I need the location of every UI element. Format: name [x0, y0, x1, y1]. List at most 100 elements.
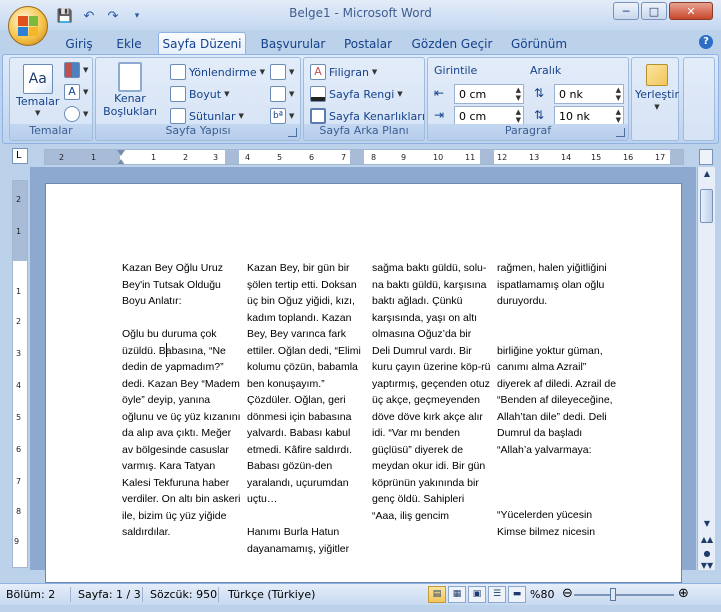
status-bar: Bölüm: 2 Sayfa: 1 / 3 Sözcük: 950 Türkçe… — [0, 583, 721, 605]
ruler-mark: 8 — [371, 153, 377, 162]
zoom-out-icon[interactable]: ⊖ — [562, 586, 573, 601]
page-setup-launcher-icon[interactable] — [288, 128, 297, 137]
ruler-mark: 2 — [59, 153, 65, 162]
line-numbers-button[interactable]: ▼ — [270, 86, 294, 102]
ribbon-scroll-arrow-icon[interactable] — [683, 57, 715, 141]
zoom-slider-thumb[interactable] — [610, 588, 616, 601]
tab-postalar[interactable]: Postalar — [338, 33, 398, 54]
ruler-mark: 7 — [341, 153, 347, 162]
ruler-mark: 5 — [16, 413, 22, 422]
draft-icon[interactable]: ▬ — [508, 586, 526, 603]
minimize-button[interactable]: ─ — [613, 2, 639, 20]
ruler-mark: 17 — [655, 153, 666, 162]
paragraph[interactable]: Oğlu bu duruma çok üzüldü. Babasına, “Ne… — [122, 326, 242, 541]
page-borders-button[interactable]: Sayfa Kenarlıkları — [310, 108, 425, 124]
zoom-slider-track[interactable] — [574, 594, 674, 596]
web-layout-icon[interactable]: ▣ — [468, 586, 486, 603]
status-words[interactable]: Sözcük: 950 — [150, 588, 217, 601]
ruler-margin-right — [670, 150, 683, 164]
paragraph[interactable]: sağma baktı güldü, solu-na baktı güldü, … — [372, 260, 492, 524]
indent-label: Girintile — [434, 64, 478, 77]
columns-button[interactable]: Sütunlar ▼ — [170, 108, 244, 124]
indent-right-input[interactable]: 0 cm ▲ ▼ — [454, 106, 524, 126]
margins-button[interactable]: Kenar Boşlukları — [102, 62, 158, 118]
tab-selector-icon[interactable]: L — [12, 148, 28, 164]
theme-effects-button[interactable]: ▼ — [64, 106, 88, 122]
themes-button[interactable]: Aa Temalar ▼ — [16, 64, 59, 117]
indent-marker-icon[interactable] — [117, 150, 125, 156]
status-page[interactable]: Sayfa: 1 / 3 — [78, 588, 141, 601]
ruler-mark: 6 — [16, 445, 22, 454]
theme-fonts-button[interactable]: A ▼ — [64, 84, 88, 100]
vertical-scrollbar[interactable]: ▲ ▼ ▲▲ ● ▼▼ — [697, 167, 715, 570]
zoom-level[interactable]: %80 — [530, 588, 554, 601]
outline-icon[interactable]: ☰ — [488, 586, 506, 603]
ribbon: Aa Temalar ▼ ▼ A ▼ ▼ Temalar Kenar Boşluk… — [2, 54, 719, 144]
tab-ekle[interactable]: Ekle — [108, 33, 150, 54]
status-language[interactable]: Türkçe (Türkiye) — [228, 588, 315, 601]
paragraph[interactable]: Kazan Bey, bir gün bir şölen tertip etti… — [247, 260, 367, 508]
office-button[interactable] — [8, 6, 48, 46]
hanging-indent-marker-icon[interactable] — [117, 159, 125, 164]
size-button[interactable]: Boyut ▼ — [170, 86, 229, 102]
breaks-button[interactable]: ▼ — [270, 64, 294, 80]
group-label-themes: Temalar — [10, 124, 92, 140]
paragraph[interactable]: Hanımı Burla Hatun dayanamamış, yiğitler — [247, 524, 367, 557]
hyphenation-icon: bª — [270, 108, 286, 124]
ruler-margin-top — [13, 181, 27, 261]
tab-giris[interactable]: Giriş — [56, 33, 102, 54]
theme-colors-button[interactable]: ▼ — [64, 62, 88, 78]
ruler-mark: 8 — [16, 507, 22, 516]
page-color-button[interactable]: Sayfa Rengi ▼ — [310, 86, 403, 102]
horizontal-ruler[interactable]: 2 1 1 2 3 4 5 6 7 8 9 10 11 12 13 14 15 … — [44, 149, 684, 165]
scroll-thumb[interactable] — [700, 189, 713, 223]
spinner-arrows-icon[interactable]: ▲ ▼ — [616, 86, 621, 102]
spinner-arrows-icon[interactable]: ▲ ▼ — [516, 86, 521, 102]
office-logo-icon — [18, 16, 38, 36]
help-icon[interactable]: ? — [699, 35, 713, 49]
text-column-1[interactable]: Kazan Bey Oğlu Uruz Bey'in Tutsak Olduğu… — [122, 260, 242, 557]
next-page-icon[interactable]: ▼▼ — [699, 561, 715, 569]
text-column-4[interactable]: rağmen, halen yiğitliğini ispatlamamış o… — [497, 260, 617, 557]
text-column-3[interactable]: sağma baktı güldü, solu-na baktı güldü, … — [372, 260, 492, 541]
text-cursor — [166, 343, 167, 357]
tab-gorunum[interactable]: Görünüm — [506, 33, 572, 54]
paragraph[interactable]: birliğine yoktur güman, canımı alma Azra… — [497, 343, 617, 459]
indent-left-input[interactable]: 0 cm ▲ ▼ — [454, 84, 524, 104]
hyphenation-button[interactable]: bª ▼ — [270, 108, 294, 124]
window-controls: ─ □ ✕ — [613, 2, 713, 20]
document-page[interactable]: Kazan Bey Oğlu Uruz Bey'in Tutsak Olduğu… — [45, 183, 682, 583]
spacing-after-input[interactable]: 10 nk ▲ ▼ — [554, 106, 624, 126]
maximize-button[interactable]: □ — [641, 2, 667, 20]
paragraph[interactable]: Kazan Bey Oğlu Uruz Bey'in Tutsak Olduğu… — [122, 260, 242, 310]
close-button[interactable]: ✕ — [669, 2, 713, 20]
columns-icon — [170, 108, 186, 124]
paragraph[interactable]: rağmen, halen yiğitliğini ispatlamamış o… — [497, 260, 617, 310]
ruler-mark: 4 — [16, 381, 22, 390]
spinner-arrows-icon[interactable]: ▲ ▼ — [616, 108, 621, 124]
tab-sayfa-duzeni[interactable]: Sayfa Düzeni — [158, 32, 246, 55]
scroll-up-icon[interactable]: ▲ — [699, 169, 715, 183]
print-layout-icon[interactable]: ▤ — [428, 586, 446, 603]
spacing-before-input[interactable]: 0 nk ▲ ▼ — [554, 84, 624, 104]
paragraph-launcher-icon[interactable] — [616, 128, 625, 137]
full-screen-reading-icon[interactable]: ▦ — [448, 586, 466, 603]
orientation-button[interactable]: Yönlendirme ▼ — [170, 64, 265, 80]
indent-right-icon: ⇥ — [434, 108, 445, 122]
group-label-page-background: Sayfa Arka Planı — [304, 124, 424, 140]
tab-gozden-gecir[interactable]: Gözden Geçir — [406, 33, 498, 54]
position-button[interactable]: Yerleştir ▼ — [635, 64, 679, 111]
tab-basvurular[interactable]: Başvurular — [254, 33, 332, 54]
watermark-button[interactable]: A Filigran ▼ — [310, 64, 377, 80]
document-area[interactable]: Kazan Bey Oğlu Uruz Bey'in Tutsak Olduğu… — [30, 167, 696, 583]
text-column-2[interactable]: Kazan Bey, bir gün bir şölen tertip etti… — [247, 260, 367, 574]
previous-page-icon[interactable]: ▲▲ — [699, 535, 715, 549]
ruler-mark: 4 — [245, 153, 251, 162]
status-section[interactable]: Bölüm: 2 — [6, 588, 55, 601]
zoom-in-icon[interactable]: ⊕ — [678, 586, 689, 601]
spinner-arrows-icon[interactable]: ▲ ▼ — [516, 108, 521, 124]
paragraph[interactable]: “Yücelerden yücesin Kimse bilmez nicesin — [497, 507, 617, 540]
scroll-down-icon[interactable]: ▼ — [699, 519, 715, 533]
vertical-ruler[interactable]: 2 1 1 2 3 4 5 6 7 8 9 — [12, 180, 28, 568]
view-ruler-icon[interactable] — [699, 149, 713, 165]
